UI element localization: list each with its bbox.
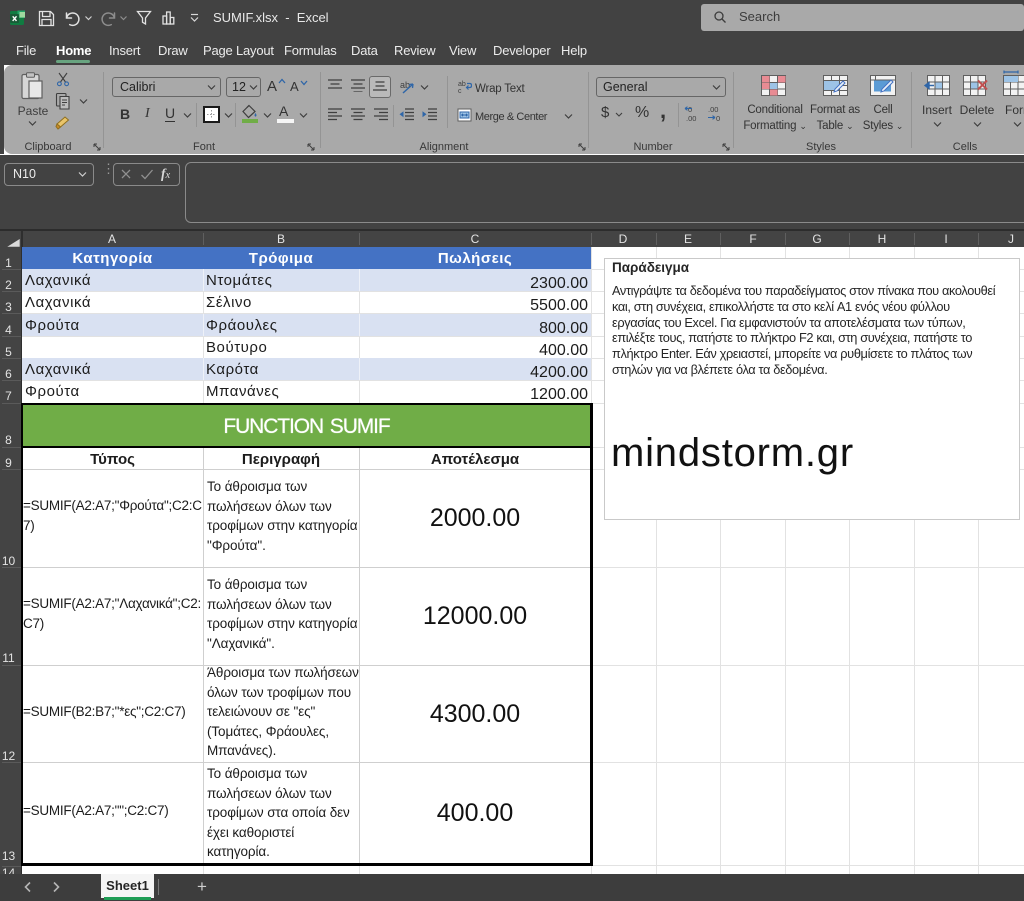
svg-text:ab: ab <box>458 81 466 88</box>
svg-text:.00: .00 <box>686 114 696 122</box>
svg-text:0: 0 <box>716 114 720 122</box>
svg-text:0: 0 <box>688 105 692 114</box>
svg-text:.00: .00 <box>708 105 718 114</box>
svg-text:c: c <box>458 88 462 94</box>
